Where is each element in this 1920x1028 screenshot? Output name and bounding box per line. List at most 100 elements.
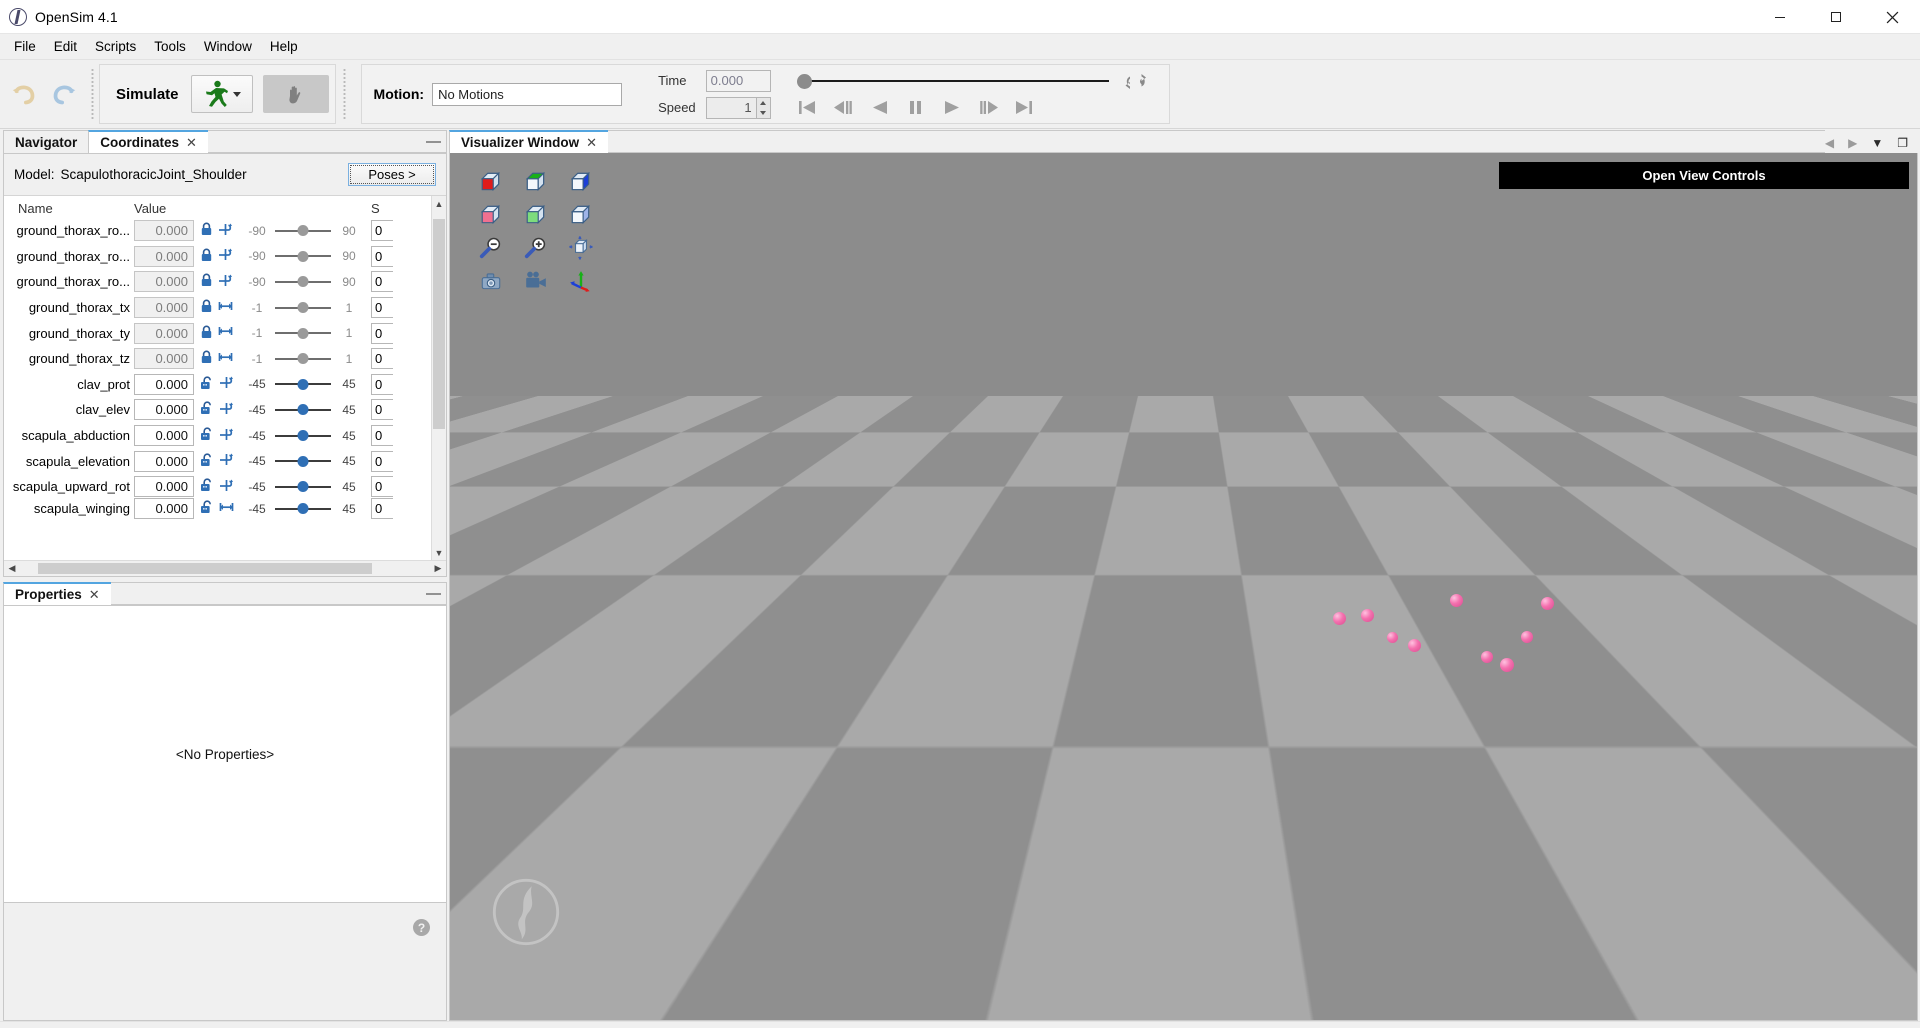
rotation-icon[interactable] <box>219 401 234 419</box>
motion-select[interactable]: No Motions <box>432 82 623 106</box>
coordinate-speed-input[interactable]: 0 <box>371 322 393 344</box>
menu-help[interactable]: Help <box>261 36 307 57</box>
speed-input[interactable]: 1 <box>705 96 756 119</box>
lock-closed-icon[interactable] <box>200 325 213 342</box>
tab-properties[interactable]: Properties ✕ <box>3 582 112 605</box>
view-bottom-button[interactable] <box>513 198 558 231</box>
coordinate-value-input[interactable]: 0.000 <box>134 498 194 520</box>
visualizer-viewport[interactable]: Open View Controls <box>449 153 1918 1021</box>
lock-closed-icon[interactable] <box>200 350 213 367</box>
close-icon[interactable]: ✕ <box>586 135 597 151</box>
loop-repeat-icon[interactable] <box>1119 73 1153 90</box>
maximize-panel-icon[interactable]: ❐ <box>1897 136 1908 150</box>
translation-icon[interactable] <box>218 325 233 341</box>
rotation-icon[interactable] <box>219 427 234 445</box>
view-other-side-button[interactable] <box>558 198 603 231</box>
coordinates-horizontal-scrollbar[interactable]: ◀ ▶ <box>4 560 446 576</box>
zoom-in-button[interactable] <box>513 231 558 264</box>
menu-edit[interactable]: Edit <box>45 36 86 57</box>
scroll-up-icon[interactable]: ▲ <box>432 196 446 211</box>
coordinate-speed-input[interactable]: 0 <box>371 297 393 319</box>
lock-open-icon[interactable] <box>200 500 214 517</box>
lock-open-icon[interactable] <box>200 401 214 418</box>
menu-file[interactable]: File <box>5 36 45 57</box>
rotation-icon[interactable] <box>219 375 234 393</box>
play-backward-button[interactable] <box>869 98 891 116</box>
coordinates-vertical-scrollbar[interactable]: ▲ ▼ <box>431 196 446 560</box>
coordinate-speed-input[interactable]: 0 <box>371 399 393 421</box>
close-icon[interactable]: ✕ <box>186 135 197 151</box>
tab-navigator[interactable]: Navigator <box>3 130 90 153</box>
lock-open-icon[interactable] <box>200 453 214 470</box>
scroll-down-icon[interactable]: ▼ <box>432 545 446 560</box>
close-icon[interactable]: ✕ <box>89 587 100 603</box>
menu-scripts[interactable]: Scripts <box>86 36 145 57</box>
coordinate-speed-input[interactable]: 0 <box>371 498 393 520</box>
coordinate-speed-input[interactable]: 0 <box>371 245 393 267</box>
chevron-left-icon[interactable]: ◀ <box>1825 136 1834 150</box>
redo-icon[interactable] <box>44 74 84 114</box>
coordinate-slider[interactable] <box>272 274 334 290</box>
poses-button[interactable]: Poses > <box>348 163 436 186</box>
movie-record-button[interactable] <box>513 264 558 297</box>
lock-closed-icon[interactable] <box>200 222 213 239</box>
step-back-button[interactable] <box>833 98 855 116</box>
coordinate-slider[interactable] <box>272 223 334 239</box>
speed-spin-buttons[interactable] <box>755 96 771 119</box>
toggle-axes-button[interactable] <box>558 264 603 297</box>
lock-closed-icon[interactable] <box>200 299 213 316</box>
minimize-panel-icon[interactable]: — <box>421 130 447 153</box>
view-back-button[interactable] <box>468 198 513 231</box>
coordinate-value-input[interactable]: 0.000 <box>134 245 194 267</box>
tab-visualizer-window[interactable]: Visualizer Window ✕ <box>449 130 610 153</box>
coordinate-slider[interactable] <box>272 479 334 495</box>
pan-tool-button[interactable] <box>262 75 329 113</box>
coordinate-slider[interactable] <box>272 453 334 469</box>
minimize-panel-icon[interactable]: — <box>421 582 447 605</box>
speed-decrement-button[interactable] <box>756 107 770 118</box>
open-view-controls-banner[interactable]: Open View Controls <box>1499 162 1909 189</box>
lock-closed-icon[interactable] <box>200 273 213 290</box>
hscroll-thumb[interactable] <box>38 563 372 574</box>
coordinate-value-input[interactable]: 0.000 <box>134 297 194 319</box>
coordinate-speed-input[interactable]: 0 <box>371 425 393 447</box>
pause-button[interactable] <box>905 98 927 116</box>
minimize-icon[interactable] <box>1752 0 1808 34</box>
coordinate-value-input[interactable]: 0.000 <box>134 322 194 344</box>
scroll-left-icon[interactable]: ◀ <box>4 561 20 576</box>
coordinate-speed-input[interactable]: 0 <box>371 348 393 370</box>
time-slider-thumb[interactable] <box>796 73 812 89</box>
coordinate-speed-input[interactable]: 0 <box>371 476 393 498</box>
coordinate-value-input[interactable]: 0.000 <box>134 450 194 472</box>
chevron-right-icon[interactable]: ▶ <box>1848 136 1857 150</box>
coordinate-value-input[interactable]: 0.000 <box>134 399 194 421</box>
step-forward-button[interactable] <box>977 98 999 116</box>
translation-icon[interactable] <box>218 351 233 367</box>
rotation-icon[interactable] <box>218 222 233 240</box>
snapshot-button[interactable] <box>468 264 513 297</box>
rotation-icon[interactable] <box>218 247 233 265</box>
fit-to-window-button[interactable] <box>558 231 603 264</box>
zoom-out-button[interactable] <box>468 231 513 264</box>
coordinate-slider[interactable] <box>272 428 334 444</box>
rotation-icon[interactable] <box>218 273 233 291</box>
rotation-icon[interactable] <box>219 478 234 496</box>
view-top-button[interactable] <box>513 165 558 198</box>
skip-to-end-button[interactable] <box>1013 98 1035 116</box>
menu-tools[interactable]: Tools <box>145 36 195 57</box>
help-question-icon[interactable]: ? <box>413 919 430 936</box>
run-simulation-button[interactable] <box>190 75 253 113</box>
tab-coordinates[interactable]: Coordinates ✕ <box>88 130 209 153</box>
lock-open-icon[interactable] <box>200 376 214 393</box>
translation-icon[interactable] <box>219 501 234 517</box>
coordinate-speed-input[interactable]: 0 <box>371 220 393 242</box>
coordinate-value-input[interactable]: 0.000 <box>134 425 194 447</box>
rotation-icon[interactable] <box>219 452 234 470</box>
chevron-down-icon[interactable] <box>232 91 241 97</box>
coordinate-value-input[interactable]: 0.000 <box>134 476 194 498</box>
coordinate-slider[interactable] <box>272 501 334 517</box>
menu-window[interactable]: Window <box>195 36 261 57</box>
coordinate-slider[interactable] <box>272 248 334 264</box>
chevron-down-icon[interactable]: ▼ <box>1871 136 1883 150</box>
coordinate-slider[interactable] <box>272 325 334 341</box>
